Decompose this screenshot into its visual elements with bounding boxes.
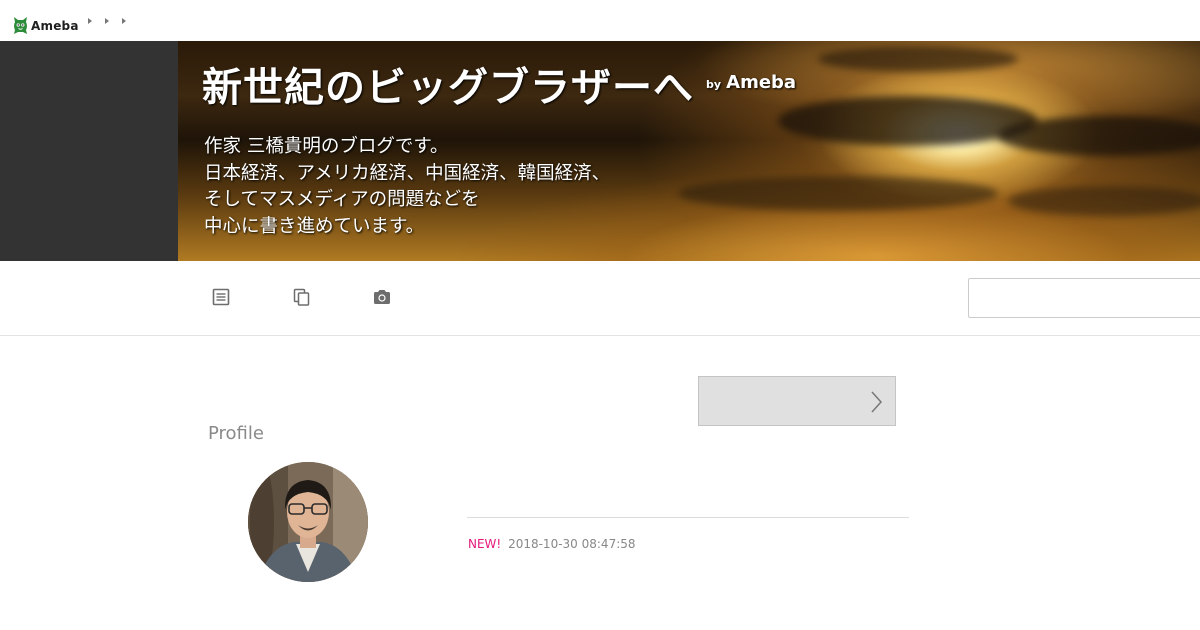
profile-photo (248, 462, 368, 582)
profile-avatar[interactable] (248, 462, 368, 582)
blog-description: 作家 三橋貴明のブログです。 日本経済、アメリカ経済、中国経済、韓国経済、 そし… (204, 134, 610, 240)
breadcrumb-arrow-icon[interactable] (122, 18, 126, 24)
chevron-right-icon (871, 391, 882, 413)
entry-timestamp: 2018-10-30 08:47:58 (508, 537, 636, 551)
by-ameba-label: by Ameba (706, 72, 796, 93)
description-line: 日本経済、アメリカ経済、中国経済、韓国経済、 (204, 162, 611, 184)
ameba-mascot-icon (14, 17, 27, 34)
camera-icon[interactable] (372, 287, 392, 307)
description-line: 作家 三橋貴明のブログです。 (204, 136, 449, 157)
breadcrumb (88, 18, 126, 24)
logo-text: Ameba (31, 18, 79, 33)
breadcrumb-arrow-icon[interactable] (105, 18, 109, 24)
search-input[interactable] (968, 278, 1200, 318)
by-label: by (706, 78, 722, 91)
latest-entry-meta: NEW! 2018-10-30 08:47:58 (468, 537, 636, 551)
global-header: Ameba (0, 0, 1200, 41)
entry-divider (467, 517, 909, 518)
ameba-logo[interactable]: Ameba (13, 16, 79, 35)
article-list-icon[interactable] (211, 287, 231, 307)
by-brand: Ameba (726, 72, 797, 93)
follow-button[interactable] (698, 376, 896, 426)
blog-header-banner[interactable]: 新世紀のビッグブラザーへ by Ameba 作家 三橋貴明のブログです。 日本経… (178, 41, 1200, 261)
description-line: そしてマスメディアの問題などを (204, 189, 480, 211)
banner-side-panel (0, 41, 178, 261)
banner-cloud (998, 116, 1200, 156)
banner-cloud (1008, 186, 1200, 216)
description-line: 中心に書き進めています。 (204, 215, 425, 237)
blog-title: 新世紀のビッグブラザーへ (202, 64, 694, 111)
theme-list-icon[interactable] (292, 287, 312, 307)
profile-heading: Profile (208, 423, 264, 444)
banner-cloud (818, 46, 1018, 72)
banner-cloud (678, 176, 998, 211)
blog-nav-bar (0, 261, 1200, 336)
new-badge: NEW! (468, 537, 502, 551)
breadcrumb-arrow-icon[interactable] (88, 18, 92, 24)
